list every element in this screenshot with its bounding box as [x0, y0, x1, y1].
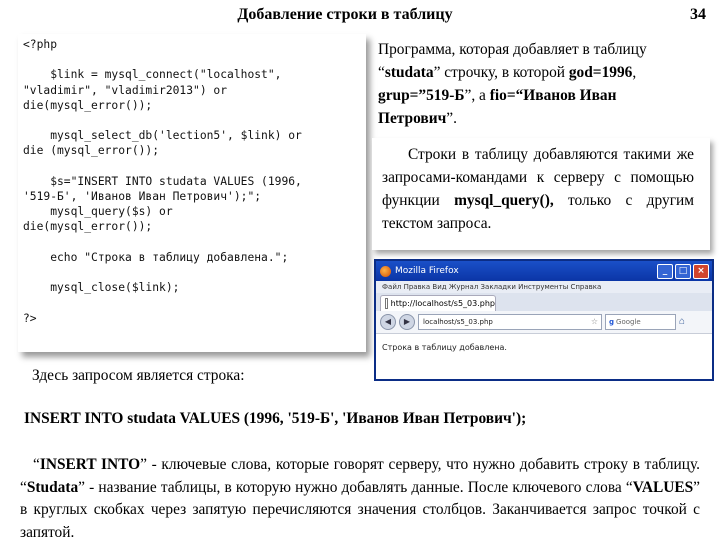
browser-tabbar: http://localhost/s5_03.php: [376, 293, 712, 311]
url-text: localhost/s5_03.php: [423, 318, 493, 326]
desc-grup-value: grup=”519-Б: [378, 87, 465, 104]
browser-titlebar: Mozilla Firefox _ □ ×: [376, 261, 712, 281]
desc-text: ” строчку, в которой: [433, 64, 569, 81]
desc-god-value: god=1996: [568, 64, 633, 81]
minimize-button[interactable]: _: [657, 263, 673, 279]
tab-label: http://localhost/s5_03.php: [390, 299, 495, 308]
browser-screenshot: Mozilla Firefox _ □ × Файл Правка Вид Жу…: [374, 259, 714, 381]
note-box: Строки в таблицу добавляются такими же з…: [372, 138, 710, 250]
php-code-listing: <?php $link = mysql_connect("localhost",…: [18, 34, 366, 352]
browser-menubar[interactable]: Файл Правка Вид Журнал Закладки Инструме…: [376, 281, 712, 293]
maximize-button[interactable]: □: [675, 263, 691, 279]
bookmark-star-icon[interactable]: ☆: [591, 315, 598, 329]
sql-query-text: INSERT INTO studata VALUES (1996, '519-Б…: [24, 410, 527, 427]
desc-table-name: studata: [384, 64, 434, 81]
keyword-insert-into: INSERT INTO: [39, 456, 141, 473]
window-title: Mozilla Firefox: [395, 266, 459, 276]
desc-text: ”.: [446, 110, 457, 127]
forward-icon[interactable]: ▶: [399, 314, 415, 330]
keyword-studata: Studata: [26, 478, 79, 496]
search-box[interactable]: g Google: [605, 314, 676, 330]
note-text: Строки в таблицу добавляются такими же з…: [382, 146, 694, 232]
google-icon: g: [609, 318, 615, 326]
keyword-values: VALUES: [632, 478, 694, 496]
back-icon[interactable]: ◀: [380, 314, 396, 330]
desc-text: ”, а: [464, 87, 490, 104]
query-intro-label: Здесь запросом является строка:: [32, 367, 245, 384]
program-description: Программа, которая добавляет в таблицу “…: [378, 38, 696, 130]
close-button[interactable]: ×: [693, 263, 709, 279]
desc-text: ,: [632, 64, 637, 81]
browser-page-content: Строка в таблицу добавлена.: [382, 343, 507, 352]
code-text: <?php $link = mysql_connect("localhost",…: [23, 38, 302, 325]
page-number: 34: [690, 6, 706, 23]
page-title: Добавление строки в таблицу: [237, 6, 453, 23]
query-explanation: “INSERT INTO” - ключевые слова, которые …: [20, 456, 700, 541]
home-icon[interactable]: ⌂: [679, 316, 691, 328]
note-function-name: mysql_query(),: [454, 192, 554, 209]
firefox-icon: [380, 265, 391, 277]
browser-tab[interactable]: http://localhost/s5_03.php: [380, 295, 496, 311]
address-bar[interactable]: localhost/s5_03.php ☆: [418, 314, 602, 330]
page-icon: [385, 298, 388, 309]
browser-navbar: ◀ ▶ localhost/s5_03.php ☆ g Google ⌂: [376, 311, 712, 334]
